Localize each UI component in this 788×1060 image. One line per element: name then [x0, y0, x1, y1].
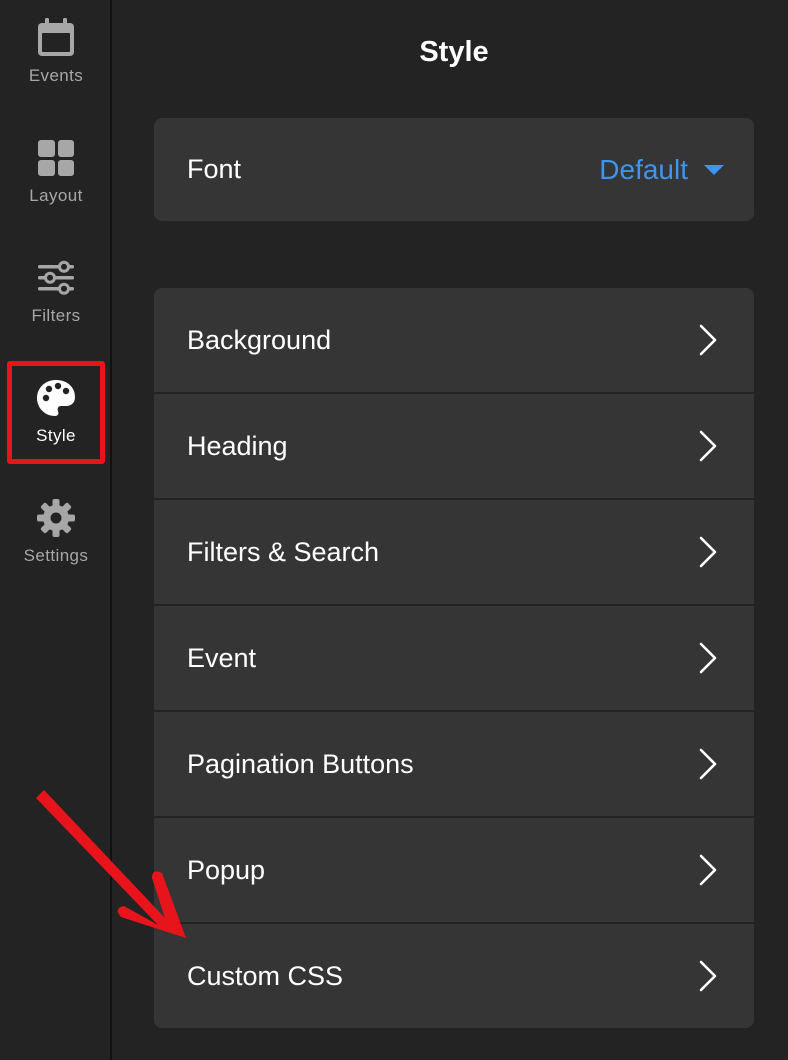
list-item-label: Background [187, 324, 332, 355]
sidebar-item-filters[interactable]: Filters [0, 240, 112, 340]
list-item-label: Custom CSS [187, 960, 344, 991]
list-item-label: Pagination Buttons [187, 748, 414, 779]
sidebar-item-label: Events [28, 66, 84, 85]
sliders-icon [38, 260, 74, 295]
sidebar-item-settings[interactable]: Settings [0, 480, 112, 580]
style-settings-screen: Events Layout Filters Style Settings Sty… [0, 0, 788, 1060]
chevron-right-icon [699, 960, 717, 992]
sidebar-item-label: Style [36, 426, 76, 445]
sidebar-item-style[interactable]: Style [0, 360, 112, 460]
font-label: Font [187, 154, 242, 184]
chevron-right-icon [699, 854, 717, 886]
palette-icon [37, 380, 75, 416]
caret-down-icon [704, 164, 724, 175]
list-item-label: Popup [187, 854, 266, 885]
style-option-pagination-buttons[interactable]: Pagination Buttons [154, 712, 754, 818]
calendar-icon [38, 18, 74, 56]
main-panel: Style Font Default Background Heading Fi… [114, 0, 788, 1060]
sidebar: Events Layout Filters Style Settings [0, 0, 112, 1060]
sidebar-item-label: Filters [31, 306, 81, 325]
chevron-right-icon [699, 430, 717, 462]
style-option-custom-css[interactable]: Custom CSS [154, 924, 754, 1028]
page-title: Style [419, 36, 489, 68]
sidebar-item-label: Settings [23, 546, 89, 565]
sidebar-item-events[interactable]: Events [0, 0, 112, 100]
list-item-label: Heading [187, 430, 288, 461]
chevron-right-icon [699, 536, 717, 568]
chevron-right-icon [699, 748, 717, 780]
style-option-popup[interactable]: Popup [154, 818, 754, 924]
style-option-filters-search[interactable]: Filters & Search [154, 500, 754, 606]
font-select-value: Default [599, 153, 688, 185]
font-card: Font Default [154, 118, 754, 221]
chevron-right-icon [699, 324, 717, 356]
style-option-background[interactable]: Background [154, 288, 754, 394]
sidebar-item-label: Layout [29, 186, 83, 205]
layout-grid-icon [38, 140, 74, 176]
list-item-label: Event [187, 642, 257, 673]
style-options-list: Background Heading Filters & Search Even… [154, 288, 754, 1028]
list-item-label: Filters & Search [187, 536, 380, 567]
style-option-heading[interactable]: Heading [154, 394, 754, 500]
style-option-event[interactable]: Event [154, 606, 754, 712]
font-row: Font Default [154, 118, 754, 221]
font-select[interactable]: Default [599, 154, 724, 186]
sidebar-item-layout[interactable]: Layout [0, 120, 112, 220]
chevron-right-icon [699, 642, 717, 674]
gear-icon [37, 499, 75, 537]
